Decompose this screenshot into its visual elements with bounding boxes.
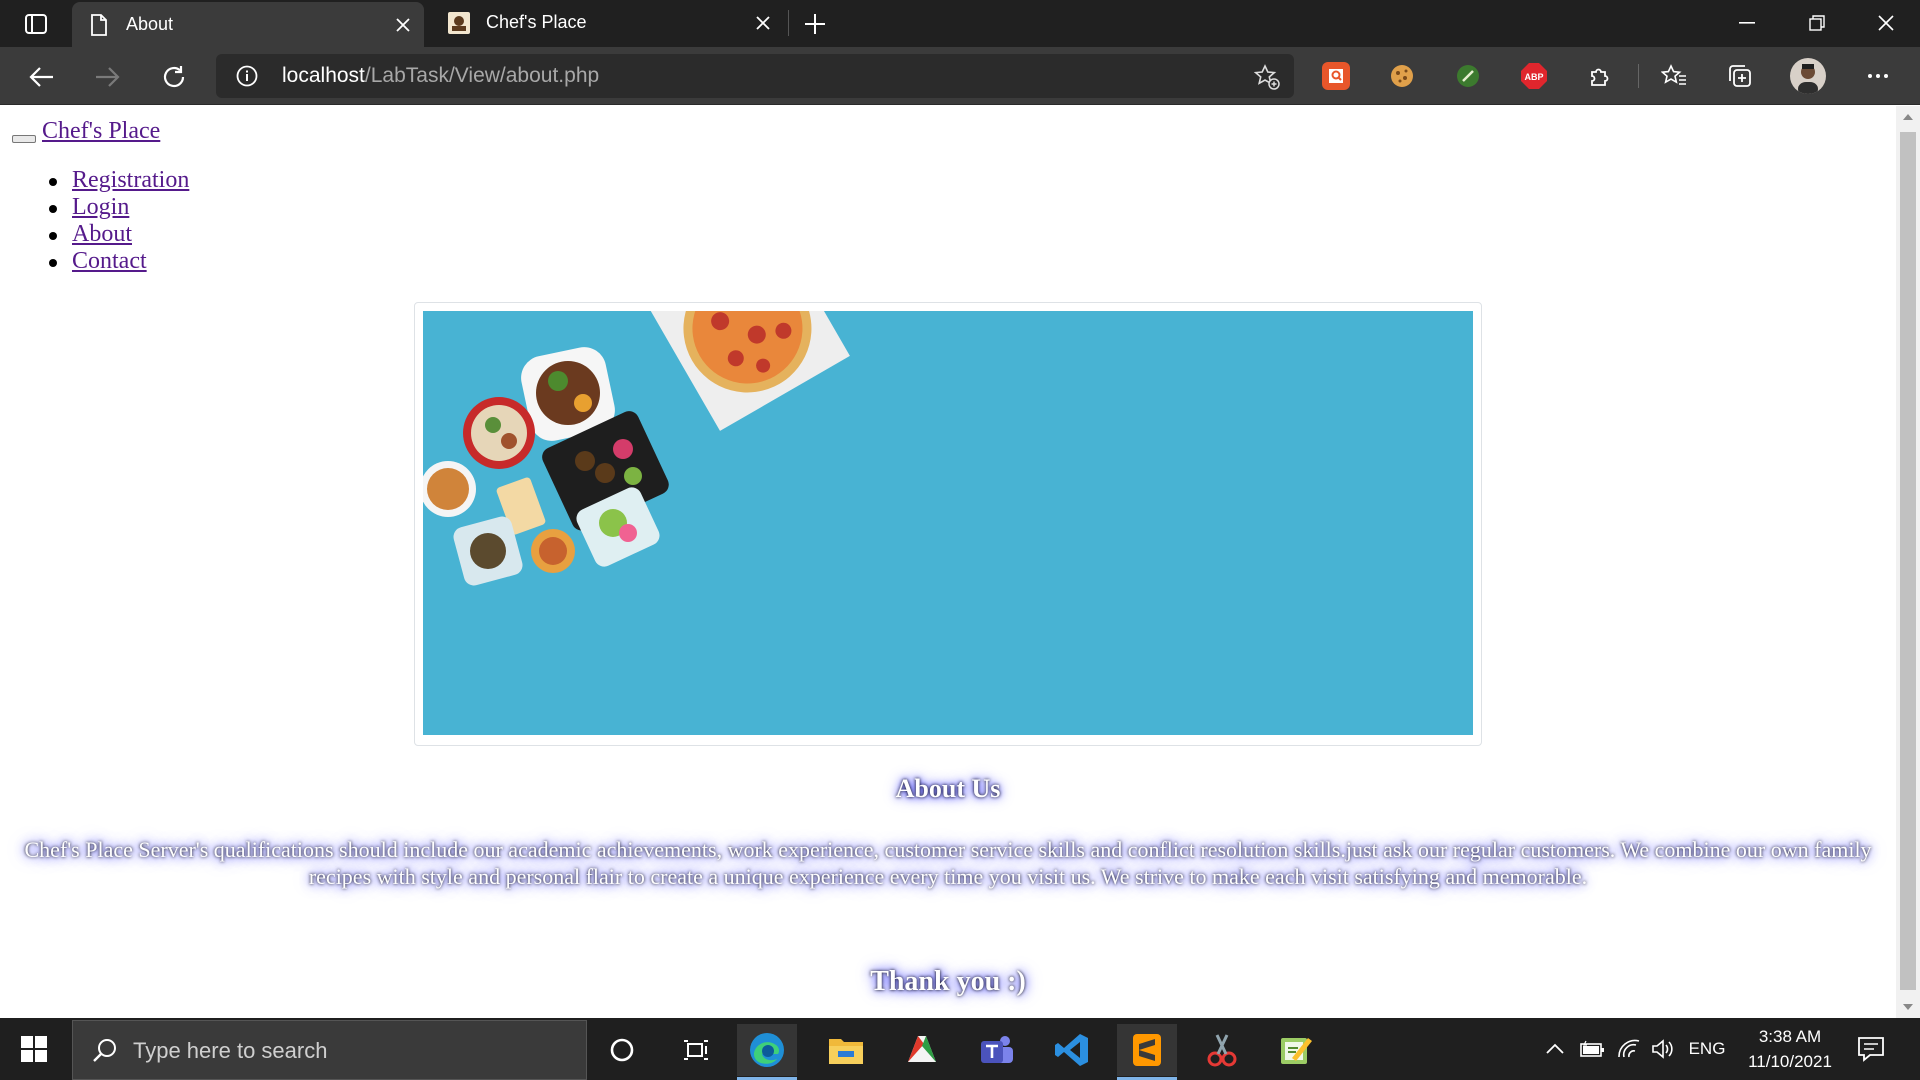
svg-text:ABP: ABP — [1524, 72, 1543, 82]
nav-item-about: About — [48, 221, 189, 248]
snipping-tool-icon[interactable] — [1192, 1024, 1252, 1076]
wifi-icon[interactable] — [1614, 1034, 1644, 1064]
browser-tab-bar: About Chef's Place — [0, 0, 1920, 47]
cookie-extension-icon[interactable] — [1388, 62, 1416, 90]
tab-title: Chef's Place — [486, 12, 587, 32]
minimize-icon[interactable] — [1725, 8, 1769, 38]
about-paragraph: Chef's Place Server's qualifications sho… — [24, 837, 1872, 889]
profile-avatar[interactable] — [1790, 58, 1826, 94]
nav-link-about[interactable]: About — [72, 221, 132, 247]
browser-toolbar: localhost/LabTask/View/about.php ABP — [0, 47, 1920, 105]
sublime-text-icon[interactable] — [1117, 1024, 1177, 1080]
scroll-down-icon[interactable] — [1902, 1002, 1914, 1012]
scrollbar-thumb[interactable] — [1900, 132, 1916, 990]
address-bar[interactable]: localhost/LabTask/View/about.php — [216, 54, 1294, 98]
brand-link[interactable]: Chef's Place — [42, 118, 160, 145]
url-text[interactable]: localhost/LabTask/View/about.php — [282, 64, 599, 88]
clock[interactable]: 3:38 AM 11/10/2021 — [1735, 1024, 1845, 1074]
nav-link-contact[interactable]: Contact — [72, 248, 147, 274]
site-info-icon[interactable] — [236, 65, 258, 87]
more-options-icon[interactable] — [1864, 62, 1892, 90]
notifications-icon[interactable] — [1856, 1034, 1886, 1064]
search-placeholder: Type here to search — [133, 1038, 328, 1063]
extensions-puzzle-icon[interactable] — [1586, 62, 1614, 90]
tab-chefs-place[interactable]: Chef's Place — [432, 0, 784, 47]
office-icon[interactable] — [892, 1024, 952, 1076]
teams-icon[interactable] — [967, 1024, 1027, 1076]
close-tab-icon[interactable] — [752, 12, 774, 34]
taskbar-search-box[interactable]: Type here to search — [72, 1020, 587, 1080]
task-view-icon[interactable] — [666, 1024, 726, 1076]
chef-favicon-icon — [448, 12, 470, 34]
page-content: Chef's Place Registration Login About Co… — [0, 106, 1896, 1018]
back-icon[interactable] — [24, 60, 58, 94]
show-hidden-icons-icon[interactable] — [1542, 1034, 1568, 1064]
file-explorer-icon[interactable] — [816, 1024, 876, 1076]
adblock-plus-icon[interactable]: ABP — [1520, 62, 1548, 90]
search-icon — [93, 1039, 116, 1062]
start-windows-icon[interactable] — [14, 1032, 54, 1066]
forward-icon[interactable] — [91, 60, 125, 94]
favorites-icon[interactable] — [1660, 62, 1688, 90]
new-tab-icon[interactable] — [800, 10, 830, 38]
windows-taskbar: Type here to search ENG 3:38 AM 11/10/20… — [0, 1018, 1920, 1080]
volume-icon[interactable] — [1648, 1034, 1678, 1064]
clock-date: 11/10/2021 — [1748, 1052, 1832, 1071]
nav-list: Registration Login About Contact — [48, 167, 189, 275]
language-indicator[interactable]: ENG — [1684, 1034, 1730, 1064]
nav-link-login[interactable]: Login — [72, 194, 129, 220]
nav-item-login: Login — [48, 194, 189, 221]
page-viewport: Chef's Place Registration Login About Co… — [0, 106, 1920, 1018]
reload-icon[interactable] — [157, 60, 191, 94]
cortana-icon[interactable] — [592, 1024, 652, 1076]
collections-icon[interactable] — [1726, 62, 1754, 90]
thank-you-text: Thank you :) — [870, 966, 1026, 997]
toolbar-divider — [1638, 64, 1639, 88]
search-extension-icon[interactable] — [1322, 62, 1350, 90]
close-window-icon[interactable] — [1864, 8, 1908, 38]
navbar: Chef's Place — [12, 118, 160, 145]
restore-icon[interactable] — [1795, 8, 1839, 38]
tab-about[interactable]: About — [72, 2, 424, 47]
hero-food-image — [423, 311, 1473, 735]
tab-actions-icon[interactable] — [20, 12, 52, 36]
tab-title: About — [126, 14, 174, 34]
scroll-up-icon[interactable] — [1902, 112, 1914, 122]
tab-divider — [788, 10, 789, 36]
hero-image-frame — [414, 302, 1482, 746]
green-leaf-extension-icon[interactable] — [1454, 62, 1482, 90]
add-favorite-icon[interactable] — [1254, 64, 1280, 90]
page-scrollbar[interactable] — [1896, 106, 1920, 1018]
edge-icon[interactable] — [737, 1024, 797, 1080]
about-title: About Us — [895, 774, 1001, 803]
food-illustration — [423, 311, 850, 586]
battery-icon[interactable] — [1576, 1034, 1610, 1064]
nav-link-registration[interactable]: Registration — [72, 167, 189, 193]
nav-item-registration: Registration — [48, 167, 189, 194]
page-icon — [88, 14, 110, 36]
vscode-icon[interactable] — [1042, 1024, 1102, 1076]
navbar-toggler-button[interactable] — [12, 135, 36, 143]
notepad-plus-icon[interactable] — [1266, 1024, 1326, 1076]
close-tab-icon[interactable] — [392, 14, 414, 36]
nav-item-contact: Contact — [48, 248, 189, 275]
clock-time: 3:38 AM — [1758, 1027, 1822, 1046]
